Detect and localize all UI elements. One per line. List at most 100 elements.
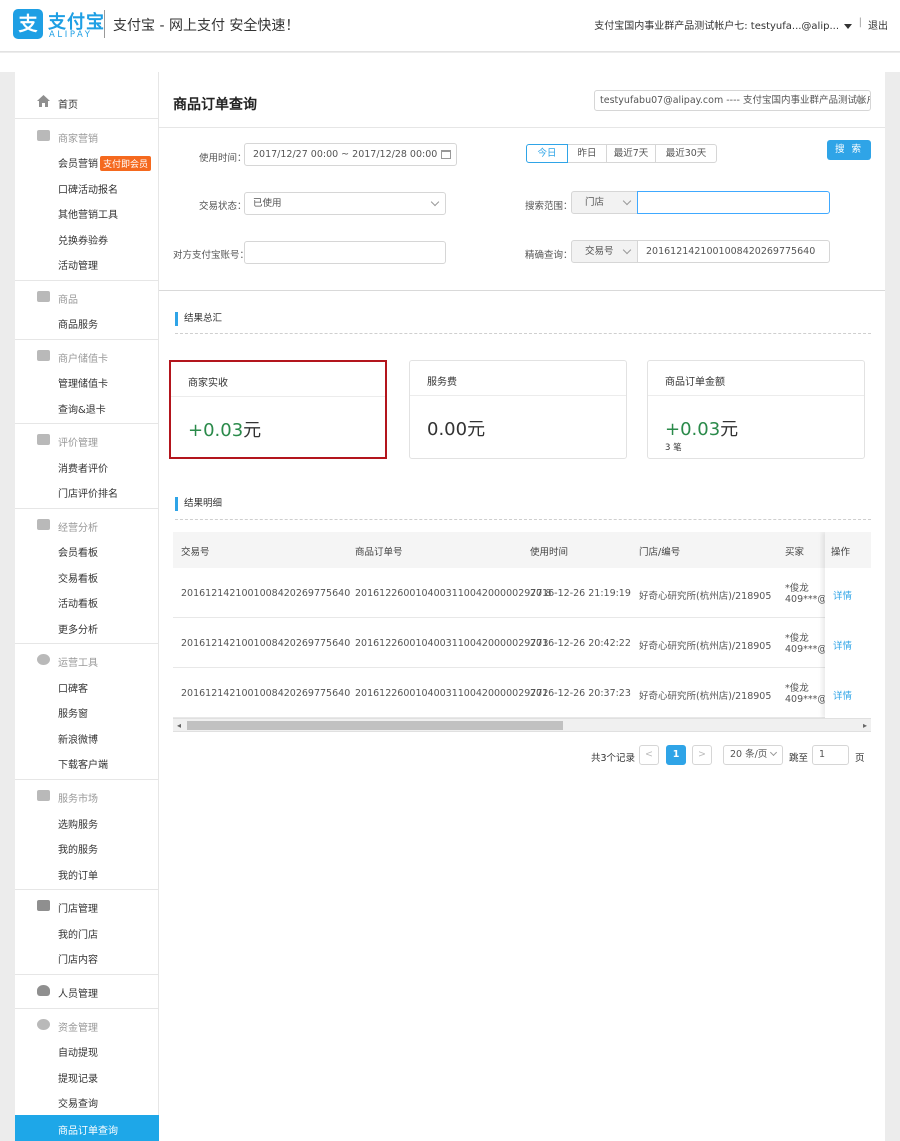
market-icon bbox=[37, 790, 50, 801]
sidebar-item-label: 我的订单 bbox=[58, 871, 98, 882]
detail-link[interactable]: 详情 bbox=[833, 638, 852, 652]
sidebar-item-koubei-signup[interactable]: 口碑活动报名 bbox=[15, 177, 159, 199]
sidebar-group-store[interactable]: 门店管理 bbox=[15, 896, 159, 918]
sidebar-item-other-tools[interactable]: 其他营销工具 bbox=[15, 202, 159, 224]
sidebar-item-label: 消费者评价 bbox=[58, 464, 108, 475]
sidebar-item-query-refund[interactable]: 查询&退卡 bbox=[15, 397, 159, 419]
sidebar-group-staff[interactable]: 人员管理 bbox=[15, 981, 159, 1003]
col-operation: 操作 bbox=[831, 547, 851, 558]
col-trade-no: 交易号 bbox=[181, 547, 210, 558]
trade-status-select[interactable]: 已使用 bbox=[244, 192, 446, 215]
sidebar-item-trade-board[interactable]: 交易看板 bbox=[15, 566, 159, 588]
range-today-button[interactable]: 今日 bbox=[526, 144, 568, 163]
sidebar-item-label: 门店评价排名 bbox=[58, 489, 118, 500]
sidebar-item-koubei-ke[interactable]: 口碑客 bbox=[15, 676, 159, 698]
alipay-logo[interactable]: 支 支付宝 ALIPAY bbox=[13, 9, 104, 41]
sidebar-item-my-store[interactable]: 我的门店 bbox=[15, 922, 159, 944]
sidebar-item-weibo[interactable]: 新浪微博 bbox=[15, 727, 159, 749]
range-yesterday-button[interactable]: 昨日 bbox=[567, 144, 607, 163]
sidebar-item-buy-service[interactable]: 选购服务 bbox=[15, 812, 159, 834]
account-name: 支付宝国内事业群产品测试帐户七: testyufa...@alip... bbox=[594, 21, 839, 32]
sidebar-item-activity-board[interactable]: 活动看板 bbox=[15, 591, 159, 613]
sidebar-item-label: 会员营销 bbox=[58, 159, 98, 170]
sidebar-item-my-service[interactable]: 我的服务 bbox=[15, 837, 159, 859]
account-menu[interactable]: 支付宝国内事业群产品测试帐户七: testyufa...@alip... bbox=[594, 17, 852, 32]
logout-link[interactable]: 退出 bbox=[868, 17, 888, 32]
sidebar-group-stored-card[interactable]: 商户储值卡 bbox=[15, 346, 159, 368]
sidebar-item-service-window[interactable]: 服务窗 bbox=[15, 701, 159, 723]
sidebar-item-voucher-check[interactable]: 兑换券验券 bbox=[15, 228, 159, 250]
prev-page-button[interactable]: < bbox=[639, 745, 659, 765]
cell-buyer-name: *俊龙 bbox=[785, 683, 809, 694]
sidebar-item-auto-withdraw[interactable]: 自动提现 bbox=[15, 1040, 159, 1062]
horizontal-scrollbar[interactable]: ◂ ▸ bbox=[173, 718, 871, 732]
sidebar-item-store-ranking[interactable]: 门店评价排名 bbox=[15, 481, 159, 503]
home-icon bbox=[37, 95, 50, 107]
time-range-input[interactable]: 2017/12/27 00:00 ~ 2017/12/28 00:00 bbox=[244, 143, 457, 166]
sidebar-item-label: 下载客户端 bbox=[58, 760, 108, 771]
sidebar-item-withdraw-records[interactable]: 提现记录 bbox=[15, 1066, 159, 1088]
sidebar-item-label: 服务窗 bbox=[58, 709, 88, 720]
card-label: 服务费 bbox=[427, 377, 457, 388]
merchant-income-card: 商家实收 +0.03元 bbox=[169, 360, 387, 459]
card-unit: 元 bbox=[467, 419, 486, 440]
exact-query-type-value: 交易号 bbox=[585, 246, 614, 257]
counterpart-account-input[interactable] bbox=[244, 241, 446, 264]
sidebar-item-consumer-reviews[interactable]: 消费者评价 bbox=[15, 456, 159, 478]
scroll-right-icon[interactable]: ▸ bbox=[863, 721, 867, 730]
sidebar-group-label: 人员管理 bbox=[58, 989, 98, 1000]
sidebar-item-home[interactable]: 首页 bbox=[15, 90, 159, 114]
search-button[interactable]: 搜 索 bbox=[827, 140, 871, 160]
sidebar-item-label: 门店内容 bbox=[58, 955, 98, 966]
sidebar-item-download-client[interactable]: 下载客户端 bbox=[15, 752, 159, 774]
service-fee-card: 服务费 0.00元 bbox=[409, 360, 627, 459]
sidebar-group-reviews[interactable]: 评价管理 bbox=[15, 430, 159, 452]
page-1-button[interactable]: 1 bbox=[666, 745, 686, 765]
detail-link[interactable]: 详情 bbox=[833, 688, 852, 702]
sidebar-item-member-board[interactable]: 会员看板 bbox=[15, 540, 159, 562]
table-row: 2016121421001008420269775640 20161226001… bbox=[173, 568, 871, 618]
account-select[interactable]: testyufabu07@alipay.com ---- 支付宝国内事业群产品测… bbox=[594, 90, 871, 111]
detail-link[interactable]: 详情 bbox=[833, 588, 852, 602]
funds-icon bbox=[37, 1019, 50, 1030]
sidebar-group-ops-tools[interactable]: 运营工具 bbox=[15, 650, 159, 672]
sidebar-group-service-market[interactable]: 服务市场 bbox=[15, 786, 159, 808]
page-scrollbar-track[interactable] bbox=[885, 72, 900, 1141]
next-page-button[interactable]: > bbox=[692, 745, 712, 765]
marketing-icon bbox=[37, 130, 50, 141]
sidebar-item-member-marketing[interactable]: 会员营销 支付即会员 bbox=[15, 151, 159, 173]
sidebar-divider bbox=[15, 643, 159, 644]
scroll-left-icon[interactable]: ◂ bbox=[177, 721, 181, 730]
sidebar-item-trade-query[interactable]: 交易查询 bbox=[15, 1091, 159, 1113]
sidebar-divider bbox=[15, 508, 159, 509]
range-7days-button[interactable]: 最近7天 bbox=[606, 144, 656, 163]
sidebar-group-label: 商品 bbox=[58, 295, 78, 306]
range-30days-button[interactable]: 最近30天 bbox=[655, 144, 717, 163]
sidebar-group-label: 资金管理 bbox=[58, 1023, 98, 1034]
sidebar-item-order-query[interactable]: 商品订单查询 bbox=[15, 1115, 159, 1141]
operation-column: 操作 详情 详情 详情 bbox=[825, 532, 871, 718]
cell-store: 好奇心研究所(杭州店)/218905 bbox=[639, 591, 772, 602]
page-suffix: 页 bbox=[855, 753, 865, 764]
cell-store: 好奇心研究所(杭州店)/218905 bbox=[639, 641, 772, 652]
sidebar-group-goods[interactable]: 商品 bbox=[15, 287, 159, 309]
scope-label: 搜索范围： bbox=[525, 201, 573, 212]
sidebar-item-goods-service[interactable]: 商品服务 bbox=[15, 312, 159, 334]
exact-query-input[interactable]: 2016121421001008420269775640 bbox=[637, 240, 830, 263]
alipay-logo-icon: 支 bbox=[13, 9, 43, 39]
sidebar-item-my-orders[interactable]: 我的订单 bbox=[15, 863, 159, 885]
goto-page-input[interactable]: 1 bbox=[812, 745, 849, 765]
sidebar-divider bbox=[15, 339, 159, 340]
summary-section-title: 结果总汇 bbox=[175, 312, 222, 326]
sidebar-item-manage-card[interactable]: 管理储值卡 bbox=[15, 371, 159, 393]
scope-search-input[interactable] bbox=[637, 191, 830, 214]
sidebar-group-label: 经营分析 bbox=[58, 523, 98, 534]
sidebar-item-more-analysis[interactable]: 更多分析 bbox=[15, 617, 159, 639]
sidebar-group-analysis[interactable]: 经营分析 bbox=[15, 515, 159, 537]
sidebar-item-activity-manage[interactable]: 活动管理 bbox=[15, 253, 159, 275]
sidebar-group-funds[interactable]: 资金管理 bbox=[15, 1015, 159, 1037]
scrollbar-thumb[interactable] bbox=[187, 721, 563, 730]
sidebar-group-marketing[interactable]: 商家营销 bbox=[15, 126, 159, 148]
sidebar-item-label: 商品服务 bbox=[58, 320, 98, 331]
sidebar-item-store-content[interactable]: 门店内容 bbox=[15, 947, 159, 969]
